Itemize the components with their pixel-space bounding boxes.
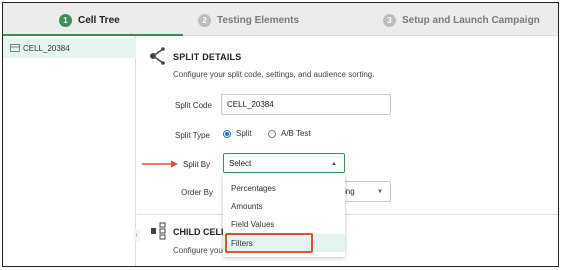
child-cells-subtitle: Configure your xyxy=(173,246,226,255)
split-code-input[interactable]: CELL_20384 xyxy=(221,94,391,115)
order-by-label: Order By xyxy=(181,188,214,197)
wizard-stepper: 1 Cell Tree 2 Testing Elements 3 Setup a… xyxy=(3,3,558,36)
split-by-label: Split By xyxy=(183,160,211,169)
split-code-label: Split Code xyxy=(175,101,212,110)
split-type-label: Split Type xyxy=(175,131,210,140)
tree-item-cell[interactable]: CELL_20384 xyxy=(3,38,136,58)
section-divider xyxy=(137,214,558,215)
step-label: Cell Tree xyxy=(78,14,120,26)
dropdown-option-field-values[interactable]: Field Values xyxy=(223,215,345,233)
split-type-radio-split[interactable]: Split xyxy=(223,129,252,138)
arrow-right-icon xyxy=(142,160,178,168)
highlight-box xyxy=(225,233,313,253)
step-number: 1 xyxy=(59,13,72,27)
radio-label: Split xyxy=(236,129,252,138)
split-type-radio-ab-test[interactable]: A/B Test xyxy=(268,129,311,138)
radio-unselected-icon xyxy=(268,129,276,138)
split-by-value: Select xyxy=(229,158,252,168)
split-details-title: SPLIT DETAILS xyxy=(173,52,242,62)
chevron-down-icon: ▼ xyxy=(377,189,383,195)
step-label: Setup and Launch Campaign xyxy=(402,14,540,26)
tree-item-label: CELL_20384 xyxy=(23,43,70,53)
order-by-value: ing xyxy=(344,187,355,196)
app-frame: 1 Cell Tree 2 Testing Elements 3 Setup a… xyxy=(2,2,559,267)
dropdown-option-percentages[interactable]: Percentages xyxy=(223,179,345,197)
step-label: Testing Elements xyxy=(217,14,300,26)
split-icon xyxy=(150,47,165,65)
split-details-subtitle: Configure your split code, settings, and… xyxy=(173,70,375,79)
radio-label: A/B Test xyxy=(281,129,311,138)
cell-tree-sidebar: CELL_20384 xyxy=(3,36,136,266)
split-by-select[interactable]: Select ▲ xyxy=(223,153,345,173)
step-number: 3 xyxy=(383,13,396,27)
step-cell-tree[interactable]: 1 Cell Tree xyxy=(59,12,120,28)
step-testing-elements[interactable]: 2 Testing Elements xyxy=(198,12,299,28)
radio-selected-icon xyxy=(223,129,231,138)
cell-icon xyxy=(10,44,20,52)
caret-up-icon: ▲ xyxy=(331,161,337,167)
dropdown-option-amounts[interactable]: Amounts xyxy=(223,197,345,215)
child-cells-icon xyxy=(151,222,166,240)
step-setup-launch[interactable]: 3 Setup and Launch Campaign xyxy=(383,12,540,28)
step-number: 2 xyxy=(198,13,211,27)
main-panel: SPLIT DETAILS Configure your split code,… xyxy=(137,36,558,266)
